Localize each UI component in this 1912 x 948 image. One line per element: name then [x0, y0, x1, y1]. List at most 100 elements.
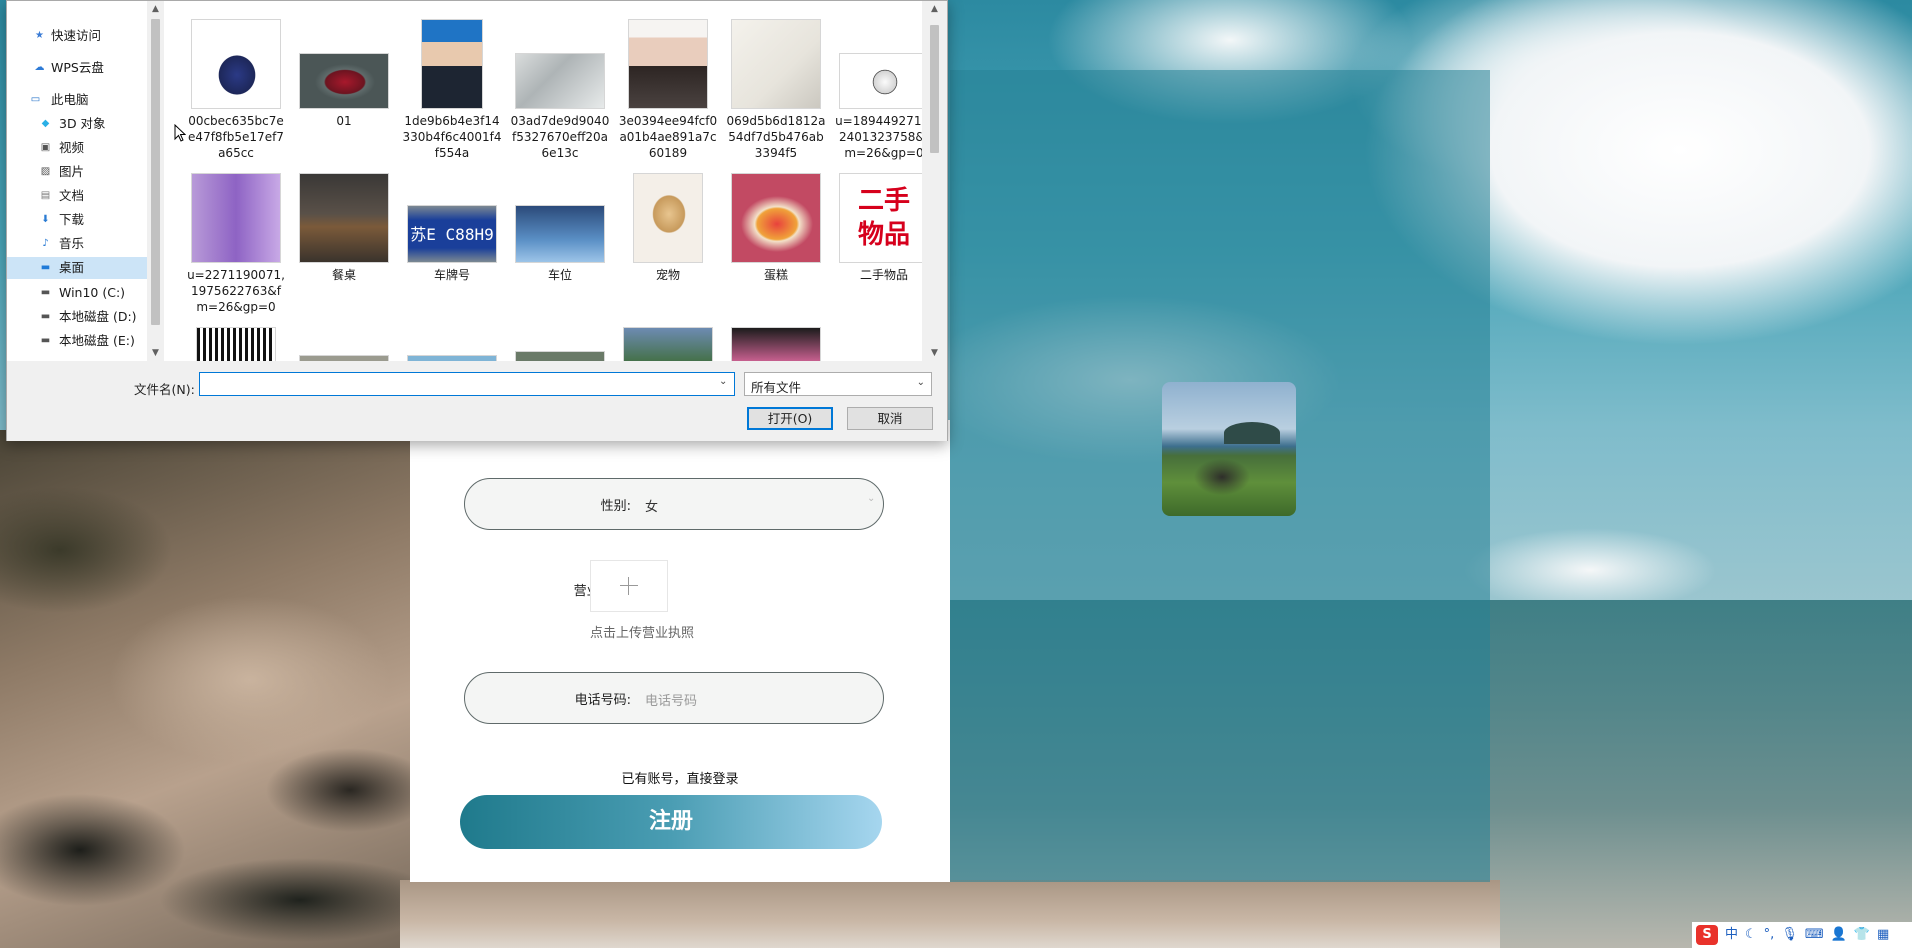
list-item[interactable]: u=2271190071,1975622763&fm=26&gp=0 — [184, 169, 288, 315]
sidebar-item[interactable]: ▬ 本地磁盘 (D:) — [7, 306, 147, 328]
dialog-bottom-bar: 文件名(N): ⌄ 所有文件 ⌄ 打开(O) 取消 — [7, 361, 947, 441]
star-icon: ★ — [35, 30, 44, 41]
navigation-scrollbar[interactable]: ▲ ▼ — [147, 1, 164, 361]
file-open-dialog: ★ 快速访问 ☁ WPS云盘 ▭ 此电脑 ◆ 3D 对象 ▣ 视频 ▨ 图片 ▤ 文档 ⬇ 下载 ♪ 音乐 ▬ 桌面 ▬… — [6, 0, 948, 441]
keyboard-icon[interactable]: ⌨ — [1805, 922, 1824, 948]
sidebar-item-label: 音乐 — [59, 236, 85, 251]
scroll-up-icon[interactable]: ▲ — [922, 1, 947, 17]
list-item[interactable]: 1de9b6b4e3f14330b4f6c4001f4f554a — [400, 15, 504, 161]
register-form: 性别: 女 ⌄ 营业执照: 点击上传营业执照 电话号码: 电话号码 已有账号，直… — [410, 400, 950, 882]
file-thumbnail — [623, 327, 713, 361]
sidebar-item[interactable]: ▬ 桌面 — [7, 257, 147, 279]
microphone-icon[interactable]: 🎙 — [1781, 922, 1798, 948]
chevron-down-icon[interactable]: ⌄ — [719, 376, 727, 387]
filename-input[interactable] — [199, 372, 735, 396]
avatar-preview-image — [1162, 382, 1296, 516]
filename-label: 文件名(N): — [134, 382, 195, 397]
scroll-up-icon[interactable]: ▲ — [147, 1, 164, 17]
list-item[interactable]: 苏E C88H9 车牌号 — [400, 169, 504, 283]
chevron-down-icon: ⌄ — [916, 377, 925, 388]
list-item[interactable]: 车位 — [508, 169, 612, 283]
desktop-icon: ▬ — [40, 262, 51, 273]
sidebar-item-label: 下载 — [59, 212, 85, 227]
sidebar-item-label: 桌面 — [59, 260, 85, 275]
sidebar-item[interactable]: ⬇ 下载 — [7, 209, 147, 231]
drive-icon: ▬ — [40, 335, 51, 346]
picture-icon: ▨ — [40, 166, 51, 177]
thumbnail-text: 物品 — [857, 220, 910, 250]
file-thumbnail — [731, 327, 821, 361]
sidebar-item[interactable]: ♪ 音乐 — [7, 233, 147, 255]
file-name: 宠物 — [655, 268, 680, 282]
list-item[interactable]: 蛋糕 — [724, 169, 828, 283]
sidebar-item[interactable]: ◆ 3D 对象 — [7, 113, 147, 135]
cancel-button[interactable]: 取消 — [847, 407, 933, 430]
sidebar-item-label: 3D 对象 — [59, 116, 106, 131]
list-item[interactable]: u=1894492713,2401323758&fm=26&gp=0 — [832, 15, 922, 161]
filetype-select[interactable]: 所有文件 ⌄ — [744, 372, 932, 396]
list-item[interactable]: 01 — [292, 15, 396, 129]
file-thumbnail — [633, 173, 703, 263]
sidebar-item[interactable]: ▣ 视频 — [7, 137, 147, 159]
sidebar-item-label: WPS云盘 — [51, 60, 104, 75]
sidebar-item[interactable]: ▬ Win10 (C:) — [7, 282, 147, 304]
drive-icon: ▬ — [40, 287, 51, 298]
list-item[interactable]: 069d5b6d1812a54df7d5b476ab3394f5 — [724, 15, 828, 161]
file-name: 车牌号 — [433, 268, 470, 282]
file-thumbnail — [299, 173, 389, 263]
mouse-pointer-icon — [174, 124, 186, 142]
ime-mode-toggle[interactable]: 中 — [1725, 922, 1738, 948]
sidebar-item[interactable]: ▤ 文档 — [7, 185, 147, 207]
navigation-pane: ★ 快速访问 ☁ WPS云盘 ▭ 此电脑 ◆ 3D 对象 ▣ 视频 ▨ 图片 ▤ 文档 ⬇ 下载 ♪ 音乐 ▬ 桌面 ▬… — [7, 1, 148, 361]
skin-icon[interactable]: 👕 — [1854, 922, 1870, 948]
sidebar-item[interactable]: ▭ 此电脑 — [7, 89, 147, 111]
file-thumbnail: 二手 物品 — [839, 173, 922, 263]
register-button[interactable]: 注册 — [460, 795, 882, 849]
punctuation-icon[interactable]: °, — [1764, 922, 1775, 948]
sidebar-item[interactable]: ▨ 图片 — [7, 161, 147, 183]
phone-field[interactable]: 电话号码: 电话号码 — [464, 672, 884, 724]
sidebar-item[interactable]: ★ 快速访问 — [7, 25, 147, 47]
scroll-down-icon[interactable]: ▼ — [922, 345, 947, 361]
file-name: 069d5b6d1812a54df7d5b476ab3394f5 — [726, 114, 826, 160]
list-item[interactable]: 00cbec635bc7ee47f8fb5e17ef7a65cc — [184, 15, 288, 161]
file-thumbnail — [515, 53, 605, 109]
list-item[interactable]: 03ad7de9d9040f5327670eff20a6e13c — [508, 15, 612, 161]
scroll-down-icon[interactable]: ▼ — [147, 345, 164, 361]
file-thumbnail-wrap — [292, 169, 396, 263]
navigation-scroll-thumb[interactable] — [151, 19, 160, 325]
file-list-scrollbar[interactable]: ▲ ▼ — [922, 1, 947, 361]
file-name: 蛋糕 — [763, 268, 788, 282]
list-item[interactable]: 宠物 — [616, 169, 720, 283]
file-name: 00cbec635bc7ee47f8fb5e17ef7a65cc — [188, 114, 284, 160]
moon-icon[interactable]: ☾ — [1745, 922, 1757, 948]
music-icon: ♪ — [42, 238, 49, 249]
list-item[interactable]: 二手 物品 二手物品 — [832, 169, 922, 283]
open-button[interactable]: 打开(O) — [747, 407, 833, 430]
list-item[interactable]: 餐桌 — [292, 169, 396, 283]
sidebar-item-label: 本地磁盘 (E:) — [59, 333, 135, 348]
file-name: u=2271190071,1975622763&fm=26&gp=0 — [187, 268, 285, 314]
chevron-down-icon: ⌄ — [867, 493, 876, 504]
list-item[interactable]: 3e0394ee94fcf0a01b4ae891a7c60189 — [616, 15, 720, 161]
phone-input[interactable]: 电话号码 — [645, 690, 697, 709]
license-upload-button[interactable] — [590, 560, 668, 612]
sidebar-item-label: 图片 — [59, 164, 85, 179]
file-thumbnail: 苏E C88H9 — [407, 205, 497, 263]
file-thumbnail — [191, 173, 281, 263]
file-thumbnail-wrap: 二手 物品 — [832, 169, 922, 263]
license-upload-hint[interactable]: 点击上传营业执照 — [590, 622, 694, 641]
gender-select[interactable]: 性别: 女 ⌄ — [464, 478, 884, 530]
file-thumbnail — [421, 19, 483, 109]
file-thumbnail — [731, 19, 821, 109]
file-list-scroll-thumb[interactable] — [930, 25, 939, 153]
file-list: 00cbec635bc7ee47f8fb5e17ef7a65cc 01 1de9b6… — [164, 1, 922, 361]
grid-icon[interactable]: ▦ — [1877, 922, 1889, 948]
sidebar-item[interactable]: ▬ 本地磁盘 (E:) — [7, 330, 147, 352]
thumbnail-text: 二手 — [857, 186, 910, 216]
login-link[interactable]: 已有账号，直接登录 — [410, 768, 950, 787]
user-icon[interactable]: 👤 — [1831, 922, 1847, 948]
sogou-logo-icon[interactable]: S — [1696, 925, 1718, 945]
sidebar-item[interactable]: ☁ WPS云盘 — [7, 57, 147, 79]
file-thumbnail-wrap — [832, 15, 922, 109]
